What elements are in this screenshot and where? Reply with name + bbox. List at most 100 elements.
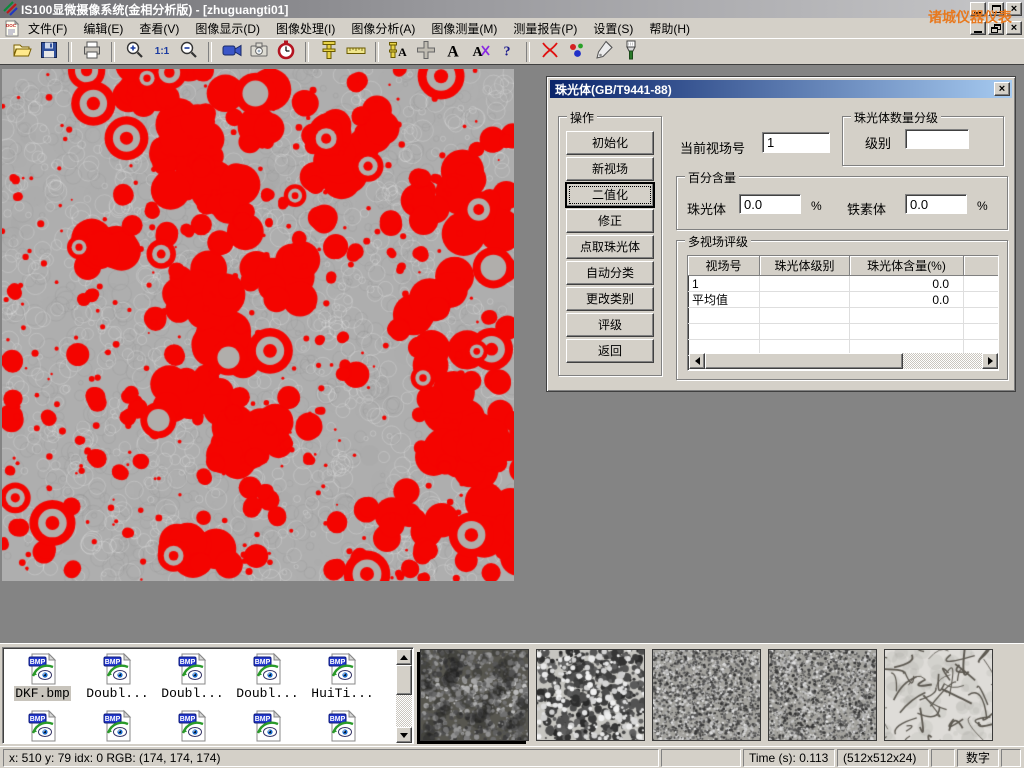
file-list-scrollbar[interactable] xyxy=(396,649,412,743)
binarize-button[interactable]: 二值化 xyxy=(566,183,654,207)
table-cell xyxy=(688,308,760,324)
file-item-partial[interactable]: BMP xyxy=(155,709,230,743)
specimen-thumbnail-5[interactable] xyxy=(884,649,993,741)
close-button[interactable]: × xyxy=(1006,2,1022,16)
video-capture-button[interactable] xyxy=(219,40,244,64)
mdi-restore-button[interactable] xyxy=(988,21,1004,35)
file-item[interactable]: BMPDKF.bmp xyxy=(5,652,80,701)
auto-classify-button[interactable]: 自动分类 xyxy=(566,261,654,285)
file-item[interactable]: BMPHuiTi... xyxy=(305,652,380,701)
change-class-button[interactable]: 更改类别 xyxy=(566,287,654,311)
app-window: IS100显微摄像系统(金相分析版) - [zhuguangti01] × DO… xyxy=(0,0,1024,768)
zoom-out-button[interactable] xyxy=(176,40,201,64)
ferrite-percent-input[interactable] xyxy=(905,194,967,214)
title-bar[interactable]: IS100显微摄像系统(金相分析版) - [zhuguangti01] × xyxy=(0,0,1024,18)
hscrollbar-track[interactable] xyxy=(903,353,982,369)
menu-item-settings[interactable]: 设置(S) xyxy=(585,18,641,39)
menu-item-view[interactable]: 查看(V) xyxy=(131,18,187,39)
table-cell xyxy=(964,276,999,292)
initialize-button[interactable]: 初始化 xyxy=(566,131,654,155)
bmp-file-icon: BMP xyxy=(230,652,305,686)
curve-measure-button[interactable] xyxy=(537,40,562,64)
maximize-button[interactable] xyxy=(988,2,1004,16)
menu-item-edit[interactable]: 编辑(E) xyxy=(75,18,131,39)
specimen-thumbnail-1[interactable] xyxy=(420,649,529,741)
return-button[interactable]: 返回 xyxy=(566,339,654,363)
file-item[interactable]: BMPDoubl... xyxy=(80,652,155,701)
current-field-input[interactable] xyxy=(762,132,830,153)
window-title: IS100显微摄像系统(金相分析版) - [zhuguangti01] xyxy=(21,1,288,18)
menu-item-image-measure[interactable]: 图像测量(M) xyxy=(423,18,505,39)
print-button[interactable] xyxy=(79,40,104,64)
status-panel-empty-2 xyxy=(931,749,955,767)
document-icon[interactable]: DOC xyxy=(2,19,20,37)
minimize-button[interactable] xyxy=(970,2,986,16)
level-input[interactable] xyxy=(905,129,969,149)
scroll-up-button[interactable] xyxy=(396,649,412,665)
text-style-button[interactable]: A xyxy=(467,40,492,64)
table-hscrollbar[interactable] xyxy=(689,353,998,369)
dialog-close-button[interactable]: × xyxy=(994,82,1010,96)
phase-particles-button[interactable] xyxy=(564,40,589,64)
menu-item-image-display[interactable]: 图像显示(D) xyxy=(187,18,268,39)
save-button[interactable] xyxy=(36,40,61,64)
ruler-button[interactable] xyxy=(343,40,368,64)
pearlite-label: 珠光体 xyxy=(687,199,726,218)
scroll-down-button[interactable] xyxy=(396,727,412,743)
file-item-partial[interactable]: BMP xyxy=(80,709,155,743)
open-button[interactable] xyxy=(9,40,34,64)
dialog-title-bar[interactable]: 珠光体(GB/T9441-88) × xyxy=(550,80,1012,98)
down-arrow-icon xyxy=(400,733,408,738)
svg-text:1:1: 1:1 xyxy=(154,46,169,57)
rate-button[interactable]: 评级 xyxy=(566,313,654,337)
pearlite-percent-input[interactable] xyxy=(739,194,801,214)
pick-pearlite-button[interactable]: 点取珠光体 xyxy=(566,235,654,259)
file-item[interactable]: BMPDoubl... xyxy=(155,652,230,701)
scroll-left-button[interactable] xyxy=(689,353,705,369)
table-row: 平均值0.0 xyxy=(688,292,998,308)
zoom-in-button[interactable] xyxy=(122,40,147,64)
timer-button[interactable] xyxy=(273,40,298,64)
level-label: 级别 xyxy=(865,133,891,152)
text-annotate-button[interactable]: A xyxy=(440,40,465,64)
metallographic-image[interactable] xyxy=(2,69,514,581)
help-button[interactable]: ? xyxy=(494,40,519,64)
table-cell: 平均值 xyxy=(688,292,760,308)
menu-item-help[interactable]: 帮助(H) xyxy=(641,18,698,39)
file-item-partial[interactable]: BMP xyxy=(305,709,380,743)
zoom-out-icon xyxy=(178,39,200,64)
caliper-button[interactable] xyxy=(316,40,341,64)
menu-item-measure-report[interactable]: 测量报告(P) xyxy=(505,18,585,39)
pen-tool-button[interactable] xyxy=(591,40,616,64)
correct-button[interactable]: 修正 xyxy=(566,209,654,233)
menu-item-image-analysis[interactable]: 图像分析(A) xyxy=(343,18,423,39)
measure-text-button[interactable]: A xyxy=(386,40,411,64)
multifield-table[interactable]: 视场号珠光体级别珠光体含量(%)铁素体含量(%) 10.0平均值0.0 xyxy=(687,255,999,371)
new-field-button[interactable]: 新视场 xyxy=(566,157,654,181)
toolbar: 1:1AAA? xyxy=(0,38,1024,64)
specimen-thumbnail-4[interactable] xyxy=(768,649,877,741)
actual-size-button[interactable]: 1:1 xyxy=(149,40,174,64)
mdi-minimize-button[interactable] xyxy=(970,21,986,35)
file-item-partial[interactable]: BMP xyxy=(5,709,80,743)
brush-tool-icon xyxy=(620,39,642,64)
brush-tool-button[interactable] xyxy=(618,40,643,64)
scroll-right-button[interactable] xyxy=(982,353,998,369)
file-item-partial[interactable]: BMP xyxy=(230,709,305,743)
mdi-close-button[interactable]: × xyxy=(1006,21,1022,35)
move-button[interactable] xyxy=(413,40,438,64)
camera-capture-button[interactable] xyxy=(246,40,271,64)
file-item[interactable]: BMPDoubl... xyxy=(230,652,305,701)
table-cell xyxy=(850,308,964,324)
menu-item-image-process[interactable]: 图像处理(I) xyxy=(268,18,343,39)
toolbar-separator xyxy=(305,42,309,62)
dialog-body: 操作 初始化新视场二值化修正点取珠光体自动分类更改类别评级返回 当前视场号 珠光… xyxy=(550,98,1012,386)
specimen-thumbnail-3[interactable] xyxy=(652,649,761,741)
specimen-thumbnail-2[interactable] xyxy=(536,649,645,741)
menu-item-file[interactable]: 文件(F) xyxy=(20,18,75,39)
vscrollbar-thumb[interactable] xyxy=(396,665,412,695)
current-field-label: 当前视场号 xyxy=(680,138,745,157)
measure-text-icon: A xyxy=(388,39,410,64)
grading-group-label: 珠光体数量分级 xyxy=(851,109,941,126)
hscrollbar-thumb[interactable] xyxy=(705,353,903,369)
